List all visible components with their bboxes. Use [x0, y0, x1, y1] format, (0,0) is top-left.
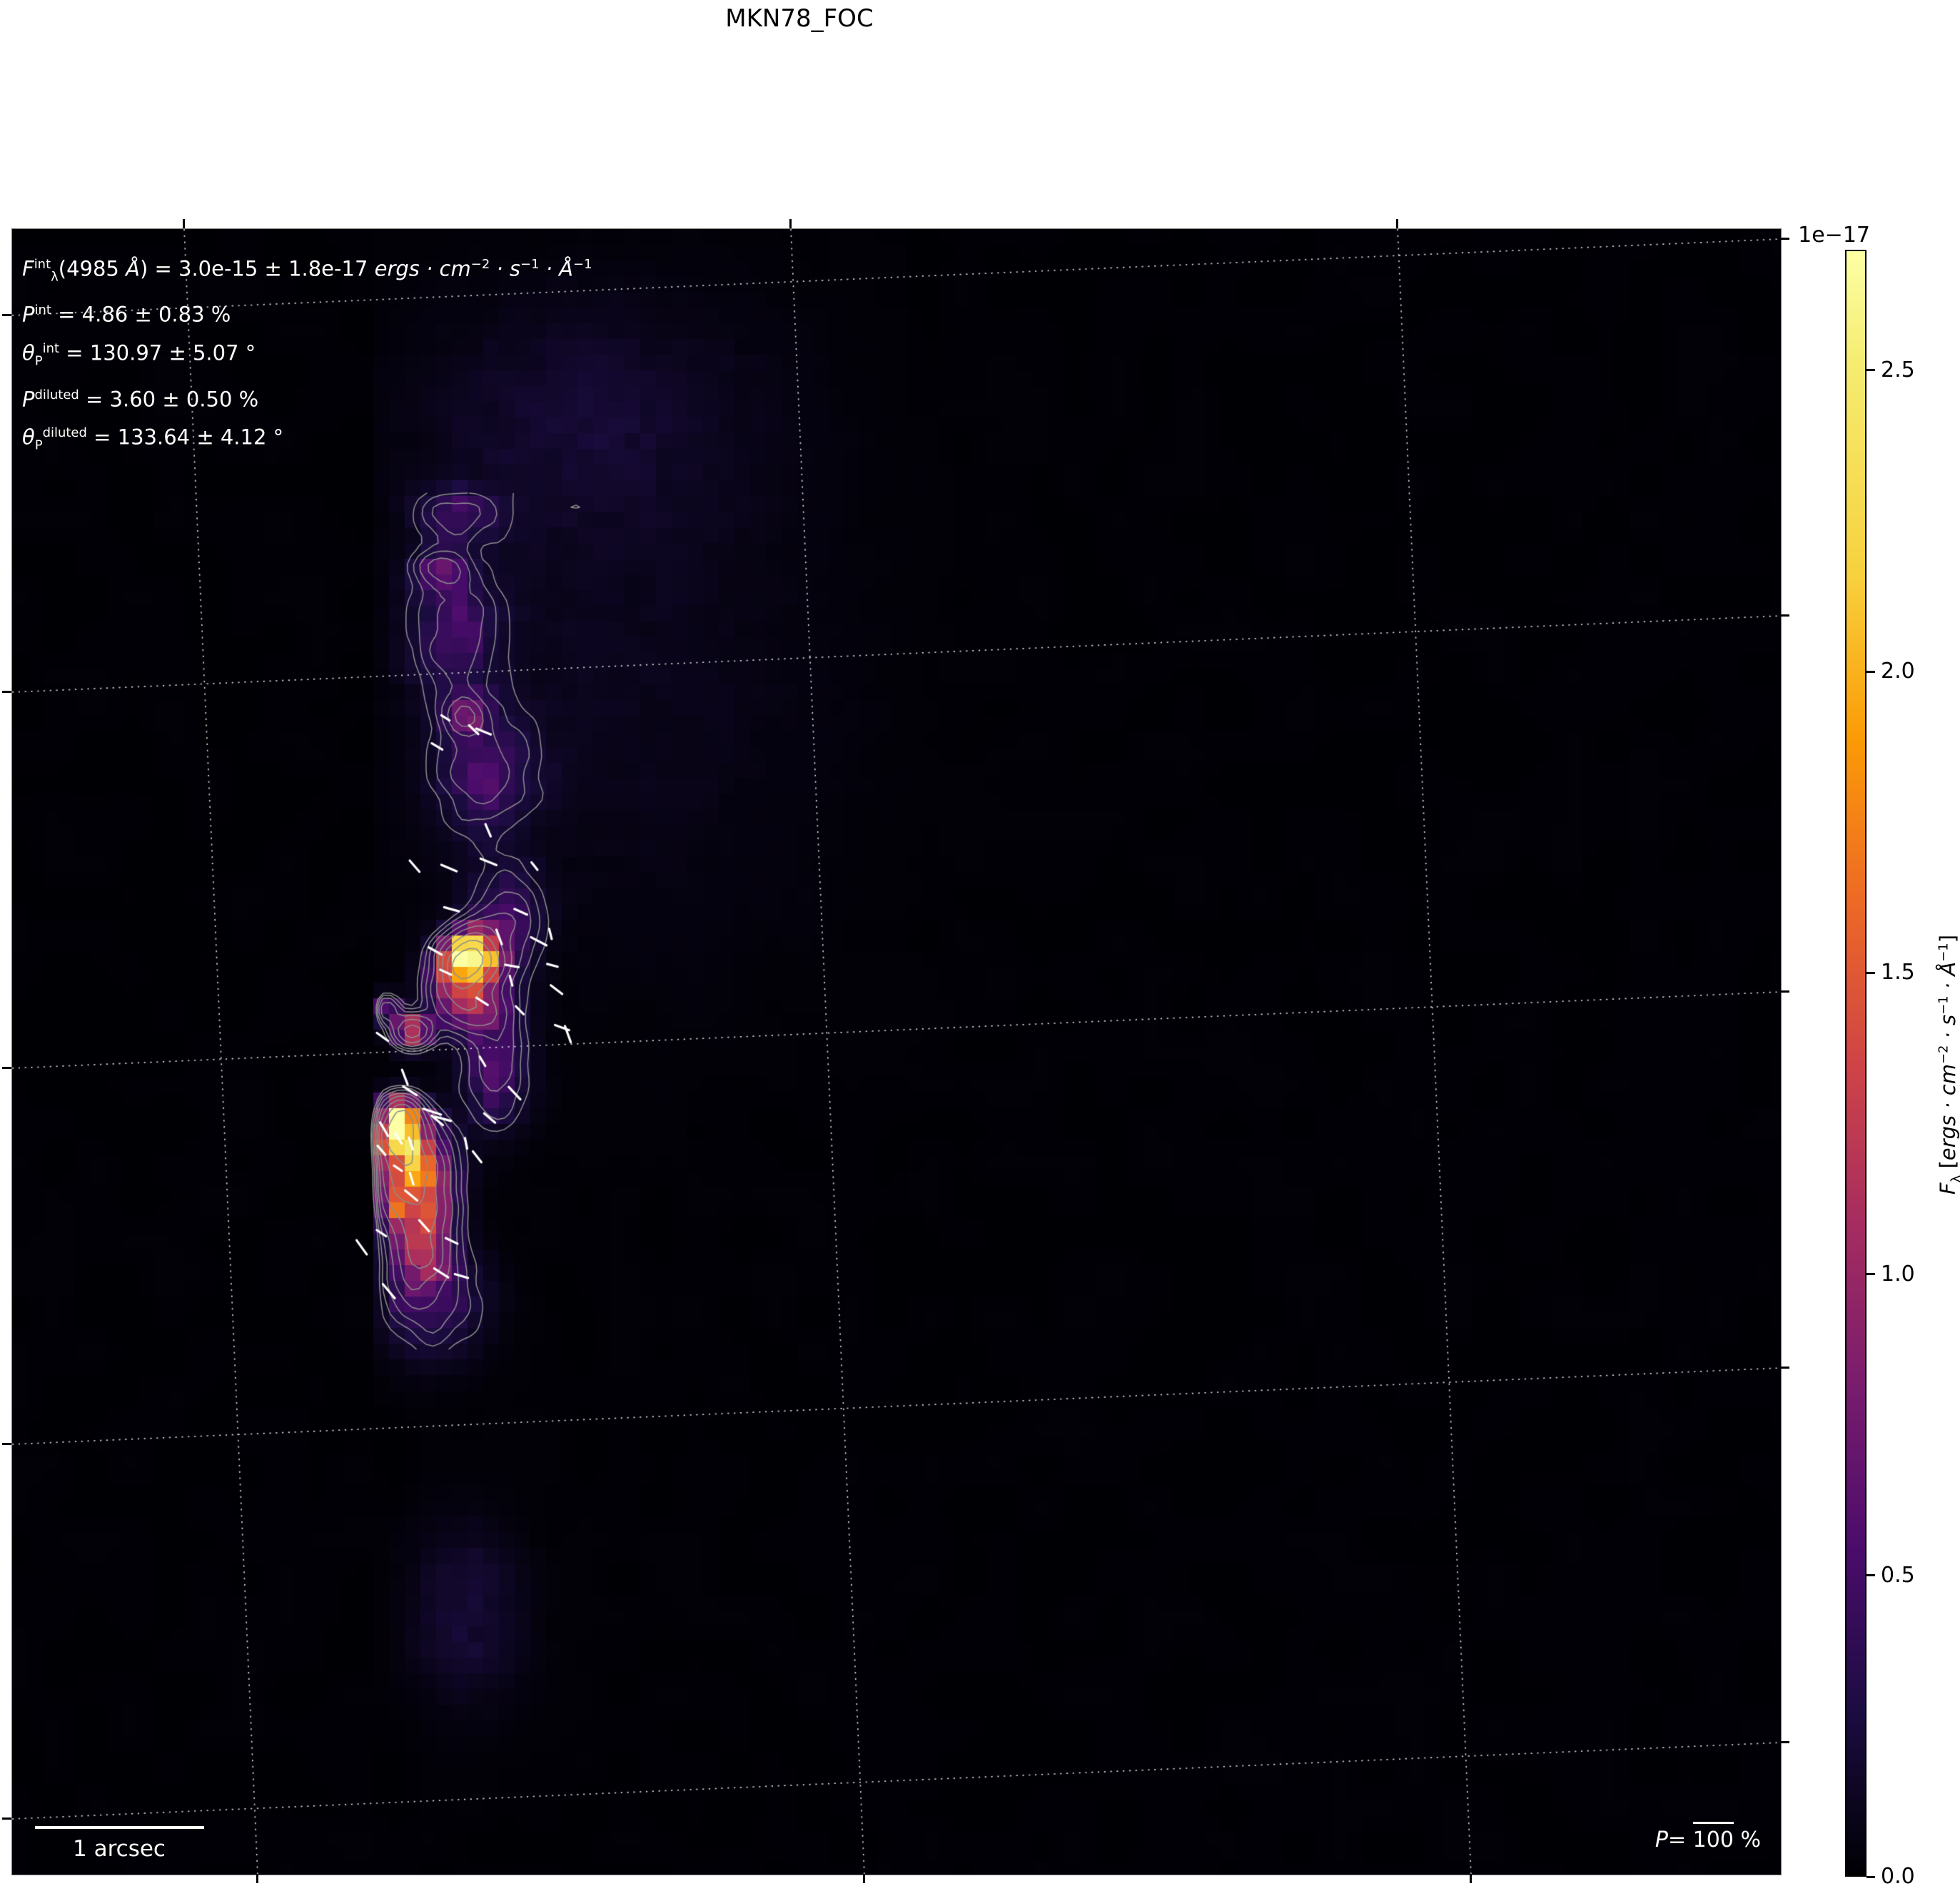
- scalebar-label: 1 arcsec: [73, 1836, 166, 1862]
- wcs-grid-tick: [2, 1067, 11, 1069]
- colorbar-tick: [1866, 971, 1875, 974]
- annotation-pdiluted-line: Pdiluted = 3.60 ± 0.50 %: [22, 387, 259, 412]
- polar-ref-value: 100: [1692, 1822, 1734, 1852]
- annotation-pint-line: Pint = 4.86 ± 0.83 %: [22, 303, 231, 328]
- colorbar-tick: [1866, 1875, 1875, 1878]
- plot-title: MKN78_FOC: [725, 4, 874, 33]
- polar-ref-prefix: P=: [1655, 1827, 1687, 1852]
- figure: MKN78_FOC Fintλ(4985 Å) = 3.0e-15 ± 1.8e…: [0, 0, 1960, 1891]
- wcs-grid-tick: [1780, 1367, 1789, 1369]
- scalebar-line: [35, 1826, 204, 1829]
- colorbar-tick: [1866, 369, 1875, 372]
- wcs-grid-tick: [789, 219, 792, 228]
- colorbar-tick-label: 2.5: [1881, 357, 1915, 382]
- wcs-grid-tick: [2, 314, 11, 316]
- wcs-grid-tick: [2, 691, 11, 693]
- wcs-grid-tick: [863, 1874, 865, 1883]
- annotation-thetadiluted-line: θPdiluted = 133.64 ± 4.12 °: [22, 425, 284, 453]
- colorbar: [1845, 250, 1866, 1877]
- colorbar-axis-label: Fλ [ergs · cm−2 · s−1 · Å−1]: [1936, 934, 1960, 1195]
- flux-map-canvas: [12, 229, 1781, 1875]
- wcs-grid-tick: [1780, 990, 1789, 993]
- colorbar-tick-label: 0.0: [1881, 1864, 1915, 1889]
- annotation-flux-line: Fintλ(4985 Å) = 3.0e-15 ± 1.8e-17 ergs ·…: [22, 256, 592, 285]
- colorbar-tick-label: 0.5: [1881, 1562, 1915, 1588]
- wcs-grid-tick: [2, 1818, 11, 1820]
- wcs-grid-tick: [1780, 1741, 1789, 1743]
- colorbar-tick: [1866, 670, 1875, 673]
- annotation-thetaint-line: θPint = 130.97 ± 5.07 °: [22, 340, 256, 369]
- wcs-grid-tick: [256, 1874, 258, 1883]
- measurements-annotation: Fintλ(4985 Å) = 3.0e-15 ± 1.8e-17 ergs ·…: [22, 248, 592, 462]
- wcs-grid-tick: [2, 1443, 11, 1445]
- wcs-grid-tick: [183, 219, 185, 228]
- colorbar-offset-label: 1e−17: [1798, 223, 1870, 248]
- wcs-grid-tick: [1396, 219, 1398, 228]
- colorbar-tick: [1866, 1273, 1875, 1276]
- wcs-grid-tick: [1780, 614, 1789, 617]
- colorbar-tick-label: 1.0: [1881, 1261, 1915, 1287]
- flux-map-axes: Fintλ(4985 Å) = 3.0e-15 ± 1.8e-17 ergs ·…: [11, 228, 1782, 1875]
- colorbar-tick-label: 2.0: [1881, 659, 1915, 684]
- wcs-grid-tick: [1470, 1874, 1472, 1883]
- polarization-scale-reference: P= 100 %: [1547, 1822, 1761, 1852]
- colorbar-tick-label: 1.5: [1881, 960, 1915, 985]
- polar-ref-suffix: %: [1740, 1827, 1761, 1852]
- colorbar-tick: [1866, 1574, 1875, 1577]
